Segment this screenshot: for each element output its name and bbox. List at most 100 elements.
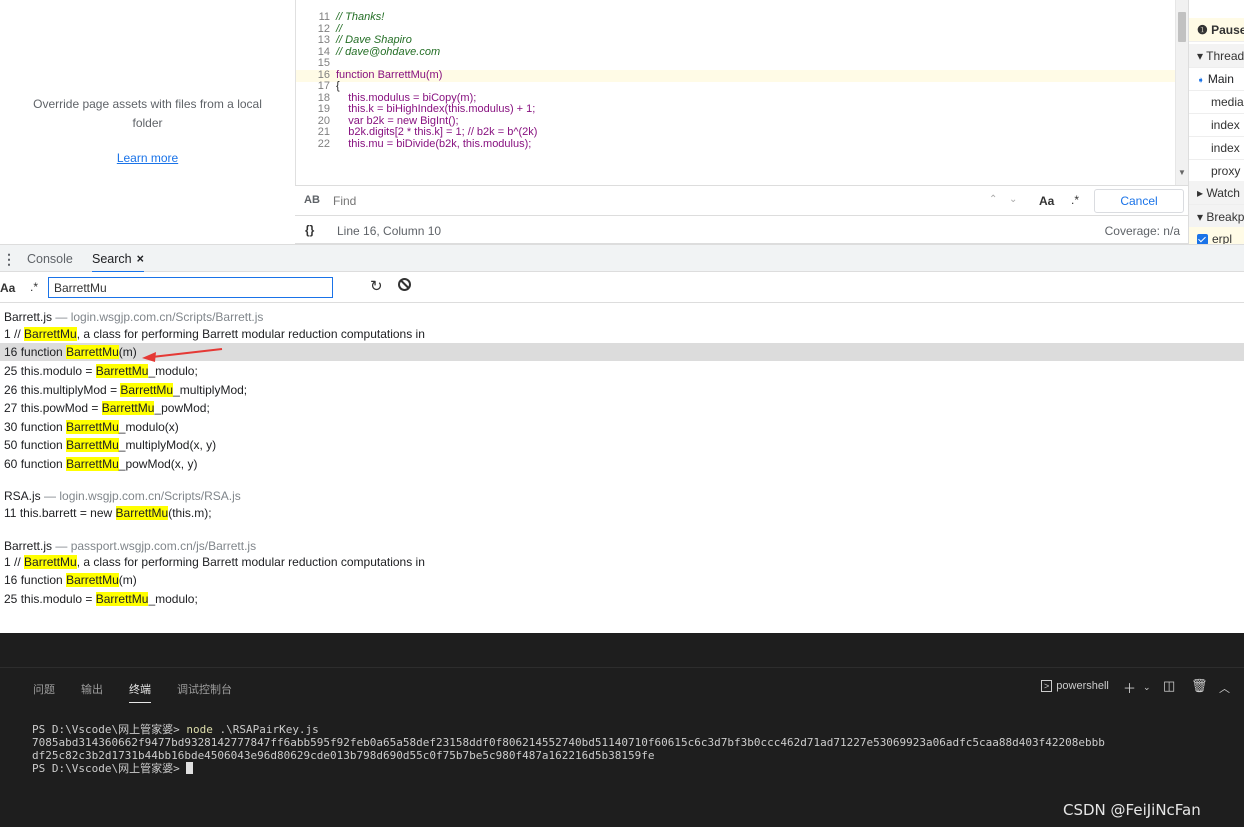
separator: — bbox=[52, 310, 71, 324]
result-file-header[interactable]: RSA.js — login.wsgjp.com.cn/Scripts/RSA.… bbox=[4, 489, 241, 504]
result-match[interactable]: 1 // BarrettMu, a class for performing B… bbox=[0, 553, 1244, 571]
scroll-down-icon[interactable]: ▼ bbox=[1178, 168, 1186, 177]
match-case-icon[interactable]: AB bbox=[304, 194, 320, 206]
match-text: _powMod(x, y) bbox=[118, 457, 198, 471]
watch-section[interactable]: ▸ Watch bbox=[1189, 181, 1244, 205]
debugger-sidebar: ❶ Paused ▾ Threads ➧ Main media index in… bbox=[1188, 0, 1244, 244]
code-line: 11// Thanks! bbox=[318, 11, 385, 23]
checkbox-icon[interactable] bbox=[1197, 234, 1208, 244]
terminal-output: df25c82c3b2d1731b44bb16bde4506043e96d806… bbox=[32, 749, 655, 762]
match-text: function bbox=[20, 420, 67, 434]
tab-console[interactable]: Console bbox=[27, 252, 73, 266]
tab-debug-console[interactable]: 调试控制台 bbox=[177, 681, 232, 697]
tab-search[interactable]: Search × bbox=[92, 252, 144, 273]
match-highlight: BarrettMu bbox=[95, 592, 149, 606]
result-match[interactable]: 11 this.barrett = new BarrettMu(this.m); bbox=[0, 504, 1244, 522]
current-thread-icon: ➧ bbox=[1197, 75, 1205, 85]
find-input[interactable] bbox=[328, 190, 1028, 212]
new-terminal-icon[interactable]: ＋ bbox=[1123, 678, 1136, 697]
code-line: 15 bbox=[317, 57, 330, 69]
find-next-icon[interactable]: ⌄ bbox=[1009, 194, 1017, 205]
match-text: (this.m); bbox=[168, 506, 212, 520]
thread-item[interactable]: index bbox=[1189, 136, 1244, 160]
line-number: 30 bbox=[4, 420, 18, 434]
drawer-tabbar: ⋮ Console Search × bbox=[0, 244, 1244, 273]
result-file-header[interactable]: Barrett.js — passport.wsgjp.com.cn/js/Ba… bbox=[4, 539, 256, 554]
breakpoint-item[interactable]: erpl bbox=[1189, 227, 1244, 244]
result-match[interactable]: 50 function BarrettMu_multiplyMod(x, y) bbox=[0, 436, 1244, 454]
more-options-icon[interactable]: ⋮ bbox=[2, 251, 16, 268]
thread-item[interactable]: index bbox=[1189, 113, 1244, 137]
line-number: 16 bbox=[4, 345, 18, 359]
match-text: _powMod; bbox=[154, 401, 210, 415]
watermark: CSDN @FeiJiNcFan bbox=[1063, 801, 1201, 819]
code-line: 17{ bbox=[317, 80, 340, 92]
shell-selector[interactable]: > powershell bbox=[1041, 680, 1109, 692]
match-text: _modulo(x) bbox=[118, 420, 179, 434]
result-match[interactable]: 60 function BarrettMu_powMod(x, y) bbox=[0, 455, 1244, 473]
cancel-button[interactable]: Cancel bbox=[1094, 189, 1184, 213]
tab-terminal[interactable]: 终端 bbox=[129, 681, 151, 703]
result-match[interactable]: 30 function BarrettMu_modulo(x) bbox=[0, 418, 1244, 436]
line-number: 60 bbox=[4, 457, 18, 471]
line-number: 27 bbox=[4, 401, 18, 415]
separator: — bbox=[52, 539, 71, 553]
match-text: function bbox=[20, 345, 67, 359]
match-highlight: BarrettMu bbox=[101, 401, 155, 415]
pretty-print-icon[interactable]: {} bbox=[305, 223, 314, 237]
learn-more-link[interactable]: Learn more bbox=[0, 151, 295, 165]
overrides-message: Override page assets with files from a l… bbox=[33, 97, 262, 130]
thread-item[interactable]: media bbox=[1189, 90, 1244, 114]
line-number: 11 bbox=[4, 506, 17, 520]
regex-toggle[interactable]: .* bbox=[1071, 193, 1079, 207]
result-match[interactable]: 25 this.modulo = BarrettMu_modulo; bbox=[0, 590, 1244, 608]
trash-icon[interactable]: 🗑 bbox=[1191, 678, 1208, 694]
match-text: this.barrett = new bbox=[19, 506, 116, 520]
match-text: _multiplyMod; bbox=[173, 383, 248, 397]
tab-output[interactable]: 输出 bbox=[81, 681, 103, 697]
thread-item[interactable]: proxy bbox=[1189, 159, 1244, 183]
code-line: 14// dave@ohdave.com bbox=[317, 46, 441, 58]
result-match[interactable]: 26 this.multiplyMod = BarrettMu_multiply… bbox=[0, 381, 1244, 399]
code-line: 13// Dave Shapiro bbox=[317, 34, 412, 46]
editor-scrollbar[interactable]: ▼ bbox=[1175, 0, 1188, 185]
result-file-header[interactable]: Barrett.js — login.wsgjp.com.cn/Scripts/… bbox=[4, 310, 263, 325]
terminal-line: PS D:\Vscode\网上管家婆> bbox=[32, 762, 194, 775]
thread-main[interactable]: ➧ Main bbox=[1189, 67, 1244, 91]
result-file-name: Barrett.js bbox=[4, 310, 53, 324]
code-editor[interactable]: 11// Thanks! 12// 13// Dave Shapiro 14//… bbox=[295, 0, 1175, 185]
match-highlight: BarrettMu bbox=[120, 383, 174, 397]
case-sensitive-toggle[interactable]: Aa bbox=[0, 281, 15, 295]
line-number: 25 bbox=[4, 364, 18, 378]
result-file-path: passport.wsgjp.com.cn/js/Barrett.js bbox=[70, 539, 257, 553]
cursor-position: Line 16, Column 10 bbox=[337, 224, 442, 238]
split-terminal-icon[interactable]: ◫ bbox=[1163, 678, 1175, 694]
line-number: 1 bbox=[4, 555, 11, 569]
clear-icon[interactable] bbox=[398, 278, 411, 291]
match-highlight: BarrettMu bbox=[24, 555, 77, 569]
match-text: this.modulo = bbox=[20, 592, 96, 606]
close-icon[interactable]: × bbox=[137, 252, 144, 266]
search-results: Barrett.js — login.wsgjp.com.cn/Scripts/… bbox=[0, 303, 1244, 633]
paused-banner: ❶ Paused bbox=[1189, 18, 1244, 42]
search-toolbar: Aa .* ↻ bbox=[0, 272, 1244, 303]
find-previous-icon[interactable]: ⌃ bbox=[989, 194, 997, 205]
chevron-down-icon[interactable]: ⌄ bbox=[1143, 682, 1151, 693]
regex-toggle[interactable]: .* bbox=[30, 280, 38, 294]
match-highlight: BarrettMu bbox=[66, 438, 119, 452]
tab-problems[interactable]: 问题 bbox=[33, 681, 55, 697]
result-file-name: RSA.js bbox=[4, 489, 41, 503]
match-text: (m) bbox=[118, 573, 137, 587]
match-highlight: BarrettMu bbox=[66, 345, 119, 359]
threads-section[interactable]: ▾ Threads bbox=[1189, 44, 1244, 68]
result-match[interactable]: 27 this.powMod = BarrettMu_powMod; bbox=[0, 399, 1244, 417]
line-number: 16 bbox=[4, 573, 18, 587]
case-sensitive-toggle[interactable]: Aa bbox=[1039, 194, 1054, 208]
refresh-icon[interactable]: ↻ bbox=[370, 277, 383, 295]
search-input[interactable] bbox=[48, 277, 333, 298]
breakpoints-section[interactable]: ▾ Breakpoints bbox=[1189, 205, 1244, 229]
scrollbar-thumb[interactable] bbox=[1178, 12, 1186, 42]
chevron-up-icon[interactable]: ︿ bbox=[1219, 680, 1230, 696]
result-match[interactable]: 16 function BarrettMu(m) bbox=[0, 571, 1244, 589]
terminal-cursor bbox=[186, 762, 194, 774]
